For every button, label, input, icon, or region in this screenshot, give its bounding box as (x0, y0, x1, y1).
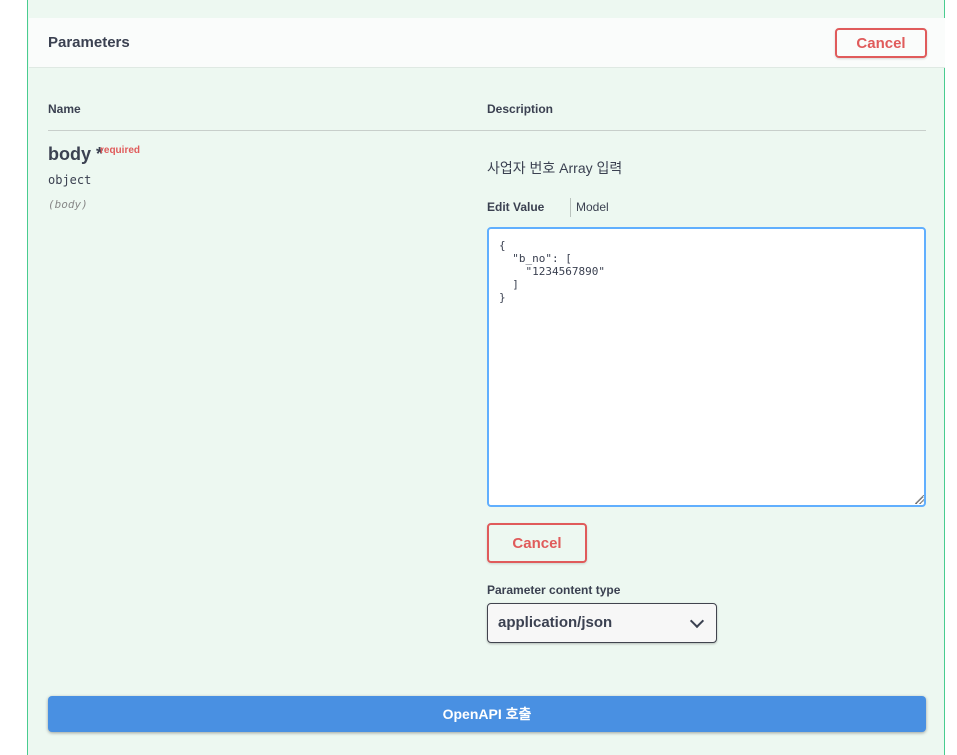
request-body-editor[interactable] (487, 227, 926, 507)
param-location: (body) (48, 198, 88, 211)
param-description: 사업자 번호 Array 입력 (487, 160, 623, 176)
tab-edit-value[interactable]: Edit Value (487, 200, 544, 214)
column-header-description: Description (487, 102, 554, 116)
execute-button[interactable]: OpenAPI 호출 (48, 696, 926, 732)
tab-divider (570, 198, 571, 217)
param-type: object (48, 173, 92, 187)
table-header-divider (48, 130, 926, 131)
content-type-label: Parameter content type (487, 583, 621, 597)
operation-panel: Parameters Cancel Name Description body … (27, 0, 945, 755)
content-type-select[interactable]: application/json (487, 603, 717, 643)
chevron-down-icon (689, 613, 705, 629)
cancel-try-out-button[interactable]: Cancel (835, 28, 927, 58)
column-header-name: Name (48, 102, 81, 116)
parameters-title: Parameters (48, 34, 130, 51)
cancel-edit-button[interactable]: Cancel (487, 523, 587, 563)
required-badge: required (100, 145, 141, 156)
parameters-header: Parameters Cancel (29, 18, 945, 68)
tab-model[interactable]: Model (576, 200, 609, 214)
param-name: body * (48, 144, 104, 164)
content-type-value: application/json (498, 614, 613, 631)
